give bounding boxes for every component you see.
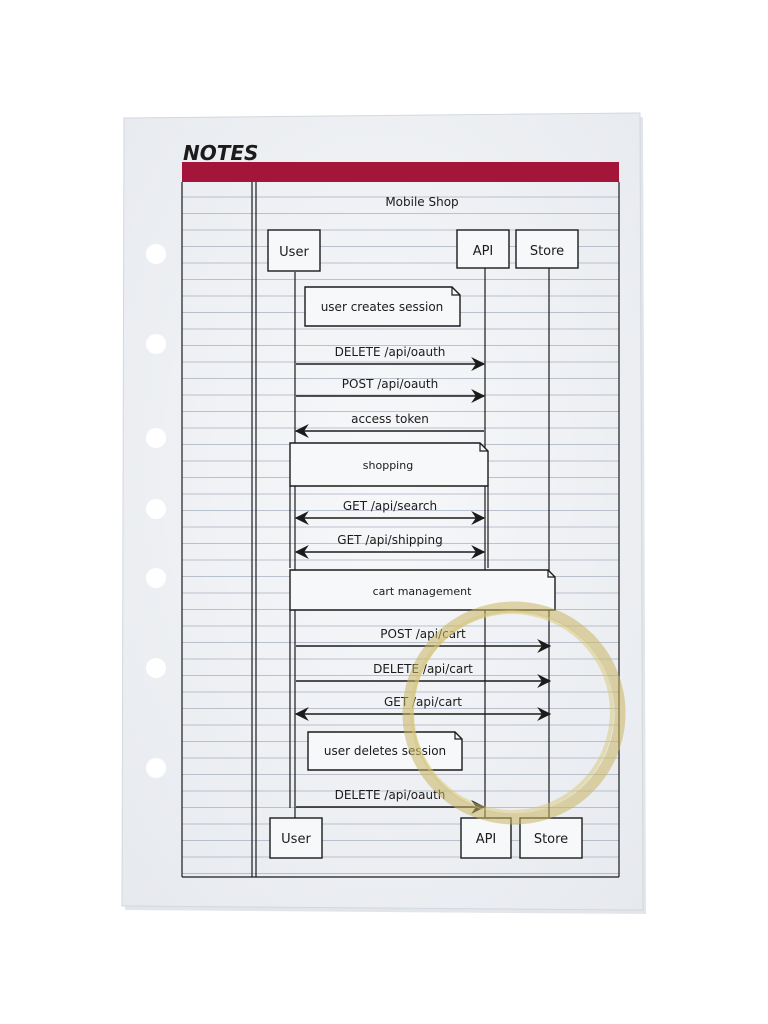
- participant-store-bottom: Store: [519, 817, 583, 859]
- message-label: DELETE /api/oauth: [335, 345, 446, 359]
- participant-user-bottom: User: [269, 817, 323, 859]
- participant-user-top-label: User: [279, 245, 309, 260]
- message-label: DELETE /api/oauth: [335, 788, 446, 802]
- participant-api-bottom-label: API: [476, 832, 497, 847]
- note-create-session: user creates session: [304, 286, 461, 327]
- participant-store-bottom-label: Store: [534, 832, 568, 847]
- group-cart-management-label: cart management: [373, 585, 472, 598]
- message-label: POST /api/oauth: [342, 377, 438, 391]
- participant-store-top-label: Store: [530, 244, 564, 259]
- header-bar: [182, 162, 619, 182]
- notebook-page-stage: NOTES Mobile Shop User API Store user cr…: [0, 0, 768, 1024]
- diagram-title: Mobile Shop: [385, 195, 458, 209]
- note-delete-session-label: user deletes session: [324, 744, 446, 758]
- participant-api-top: API: [456, 229, 510, 269]
- participant-user-bottom-label: User: [281, 832, 311, 847]
- note-create-session-label: user creates session: [321, 300, 444, 314]
- sequence-diagram-svg: NOTES Mobile Shop User API Store user cr…: [121, 112, 646, 914]
- participant-api-top-label: API: [473, 244, 494, 259]
- message-label: access token: [351, 412, 429, 426]
- message-label: GET /api/cart: [384, 695, 462, 709]
- message-label: GET /api/shipping: [337, 533, 442, 547]
- note-delete-session: user deletes session: [307, 731, 463, 771]
- participant-user-top: User: [267, 229, 321, 272]
- participant-store-top: Store: [515, 229, 579, 269]
- message-label: GET /api/search: [343, 499, 437, 513]
- notes-header: NOTES: [183, 141, 258, 165]
- group-shopping-label: shopping: [363, 459, 413, 472]
